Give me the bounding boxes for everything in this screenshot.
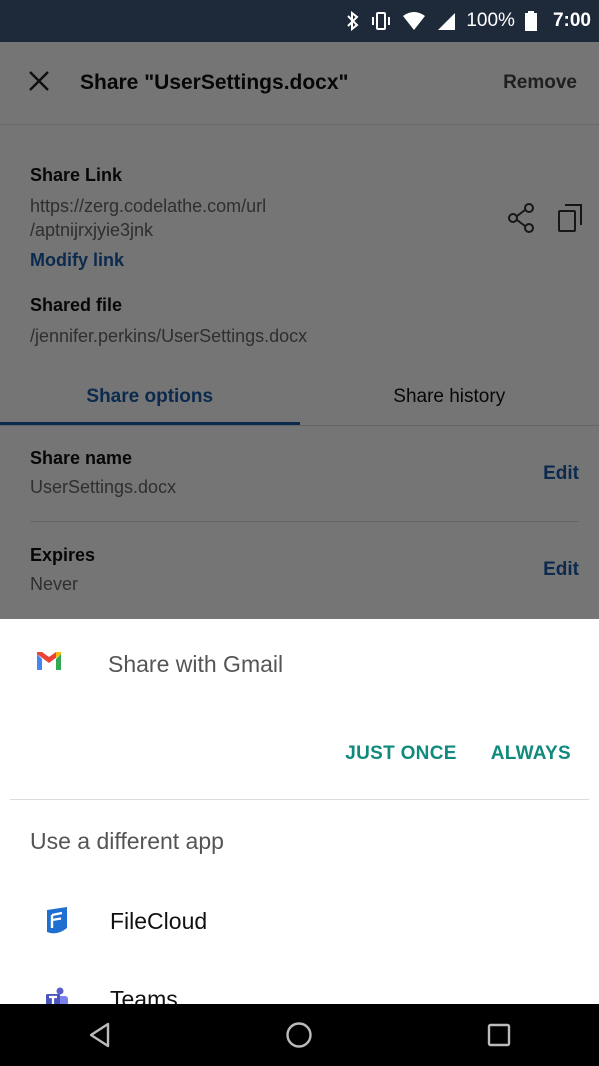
expires-label: Expires: [30, 544, 96, 565]
share-chooser-sheet: Share with Gmail JUST ONCE ALWAYS Use a …: [0, 619, 599, 1004]
teams-icon: [44, 984, 70, 1004]
edit-expires-button[interactable]: Edit: [543, 559, 579, 581]
share-name-value: UserSettings.docx: [30, 477, 177, 497]
share-link-section: Share Link https://zerg.codelathe.com/ur…: [0, 125, 599, 271]
clock: 7:00: [552, 10, 591, 31]
shared-file-label: Shared file: [30, 295, 123, 315]
gmail-option[interactable]: Share with Gmail: [0, 619, 599, 709]
wifi-icon: [402, 11, 426, 31]
filecloud-icon: [44, 906, 70, 936]
app-option-teams[interactable]: Teams: [0, 960, 599, 1004]
just-once-button[interactable]: JUST ONCE: [345, 743, 456, 765]
gmail-icon: [36, 651, 62, 677]
gmail-label: Share with Gmail: [108, 650, 284, 677]
vibrate-icon: [370, 11, 392, 31]
link-actions: [507, 203, 583, 238]
share-link-label: Share Link: [30, 165, 123, 185]
expires-value: Never: [30, 573, 79, 594]
share-name-row: Share name UserSettings.docx Edit: [30, 426, 579, 522]
tab-share-options[interactable]: Share options: [0, 370, 300, 425]
edit-share-name-button[interactable]: Edit: [543, 463, 579, 485]
teams-label: Teams: [110, 985, 178, 1005]
filecloud-label: FileCloud: [110, 907, 208, 934]
share-name-label: Share name: [30, 448, 133, 468]
bluetooth-icon: [346, 11, 360, 31]
always-button[interactable]: ALWAYS: [491, 743, 571, 765]
app-header: Share "UserSettings.docx" Remove: [0, 42, 599, 125]
tab-bar: Share options Share history: [0, 370, 599, 426]
home-icon[interactable]: [269, 1015, 329, 1055]
share-link-url-line1: https://zerg.codelathe.com/url: [30, 196, 267, 216]
tab-share-history[interactable]: Share history: [300, 370, 599, 425]
navigation-bar: [0, 1004, 599, 1066]
shared-file-section: Shared file /jennifer.perkins/UserSettin…: [0, 271, 599, 348]
remove-button[interactable]: Remove: [503, 72, 577, 94]
shared-file-path: /jennifer.perkins/UserSettings.docx: [30, 326, 308, 346]
share-icon[interactable]: [507, 203, 535, 238]
expires-row: Expires Never Edit: [30, 522, 579, 618]
share-screen: Share "UserSettings.docx" Remove Share L…: [0, 42, 599, 619]
share-link-url-line2: /aptnijrxjyie3jnk: [30, 220, 154, 240]
different-app-heading: Use a different app: [30, 828, 224, 854]
close-icon[interactable]: [28, 66, 68, 100]
modify-link-button[interactable]: Modify link: [30, 250, 569, 271]
battery-percent: 100%: [466, 10, 515, 31]
page-title: Share "UserSettings.docx": [80, 71, 349, 94]
app-option-filecloud[interactable]: FileCloud: [0, 882, 599, 960]
chooser-actions: JUST ONCE ALWAYS: [0, 709, 599, 799]
battery-icon: [524, 11, 537, 31]
recents-icon[interactable]: [469, 1015, 529, 1055]
back-icon[interactable]: [70, 1015, 130, 1055]
status-bar: 100% 7:00: [0, 0, 599, 42]
signal-icon: [436, 11, 456, 31]
copy-icon[interactable]: [557, 203, 583, 238]
